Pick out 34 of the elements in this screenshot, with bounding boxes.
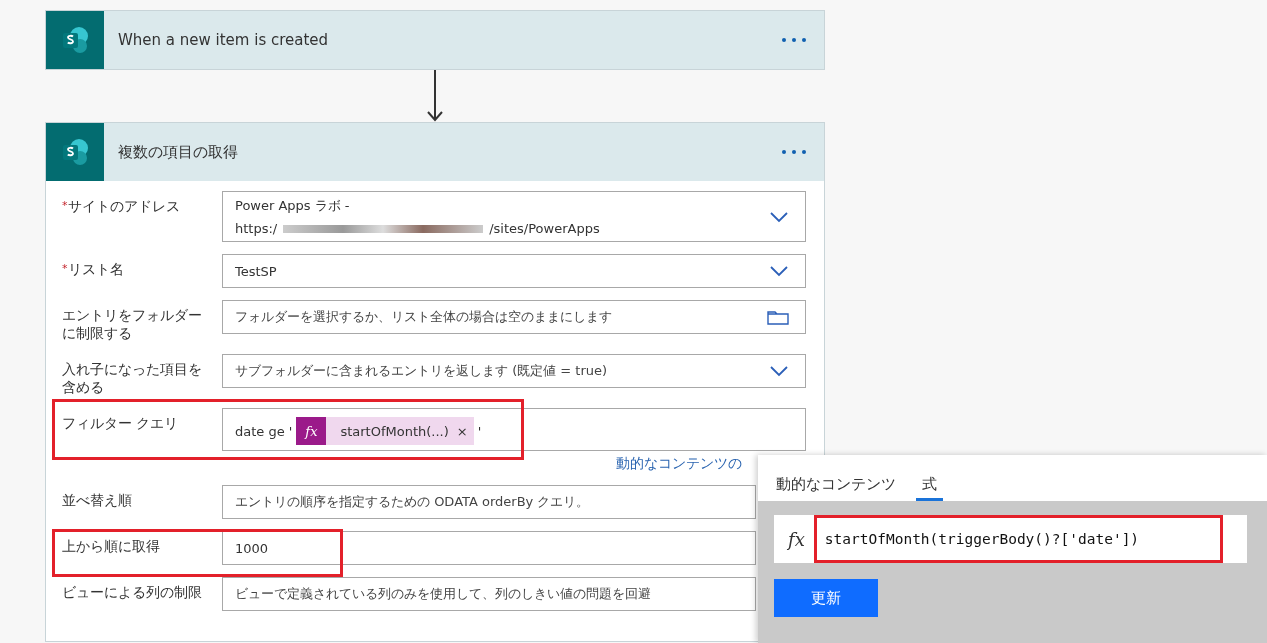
circles-icon	[60, 26, 90, 54]
panel-tab[interactable]: 動的なコンテンツ	[770, 469, 902, 501]
field-label: 入れ子になった項目を含める	[62, 360, 203, 396]
dropdown-field[interactable]: Power Apps ラボ - https:/ /sites/PowerApps	[222, 191, 806, 242]
field-label: 上から順に取得	[62, 537, 161, 555]
card-header[interactable]: When a new item is created	[46, 11, 824, 69]
card-header[interactable]: 複数の項目の取得	[46, 123, 824, 181]
field-label: 並べ替え順	[62, 491, 133, 509]
field-label: ビューによる列の制限	[62, 583, 203, 601]
down-arrow-icon	[427, 70, 443, 122]
dropdown-field[interactable]: フォルダーを選択するか、リスト全体の場合は空のままにします	[222, 300, 806, 334]
chevron-down-icon[interactable]	[769, 265, 789, 277]
update-button[interactable]: 更新	[774, 579, 878, 617]
input-field[interactable]: 1000	[222, 531, 756, 565]
more-icon[interactable]	[780, 36, 808, 44]
chevron-down-icon[interactable]	[769, 365, 789, 377]
more-icon[interactable]	[780, 148, 808, 156]
chevron-down-icon[interactable]	[769, 210, 789, 223]
expression-field[interactable]: fx startOfMonth(triggerBody()?['date'])	[774, 515, 1247, 563]
dropdown-field[interactable]: TestSP	[222, 254, 806, 288]
dynamic-content-link[interactable]: 動的なコンテンツの	[616, 455, 742, 473]
card-title: When a new item is created	[118, 31, 330, 49]
field-label: *サイトのアドレス	[62, 197, 181, 215]
field-label: エントリをフォルダーに制限する	[62, 306, 203, 342]
field-label: *リスト名	[62, 260, 125, 278]
card-title: 複数の項目の取得	[118, 142, 239, 162]
dropdown-field[interactable]: サブフォルダーに含まれるエントリを返します (既定値 = true)	[222, 354, 806, 388]
expression-token[interactable]: fx startOfMonth(...) ×	[296, 417, 474, 445]
input-field[interactable]: date ge ' fx startOfMonth(...) × '	[222, 408, 806, 451]
circles-icon	[60, 138, 90, 166]
field-label: フィルター クエリ	[62, 414, 180, 432]
input-field[interactable]: ビューで定義されている列のみを使用して、列のしきい値の問題を回避	[222, 577, 756, 611]
folder-icon[interactable]	[767, 309, 789, 325]
input-field[interactable]: エントリの順序を指定するための ODATA orderBy クエリ。	[222, 485, 756, 519]
